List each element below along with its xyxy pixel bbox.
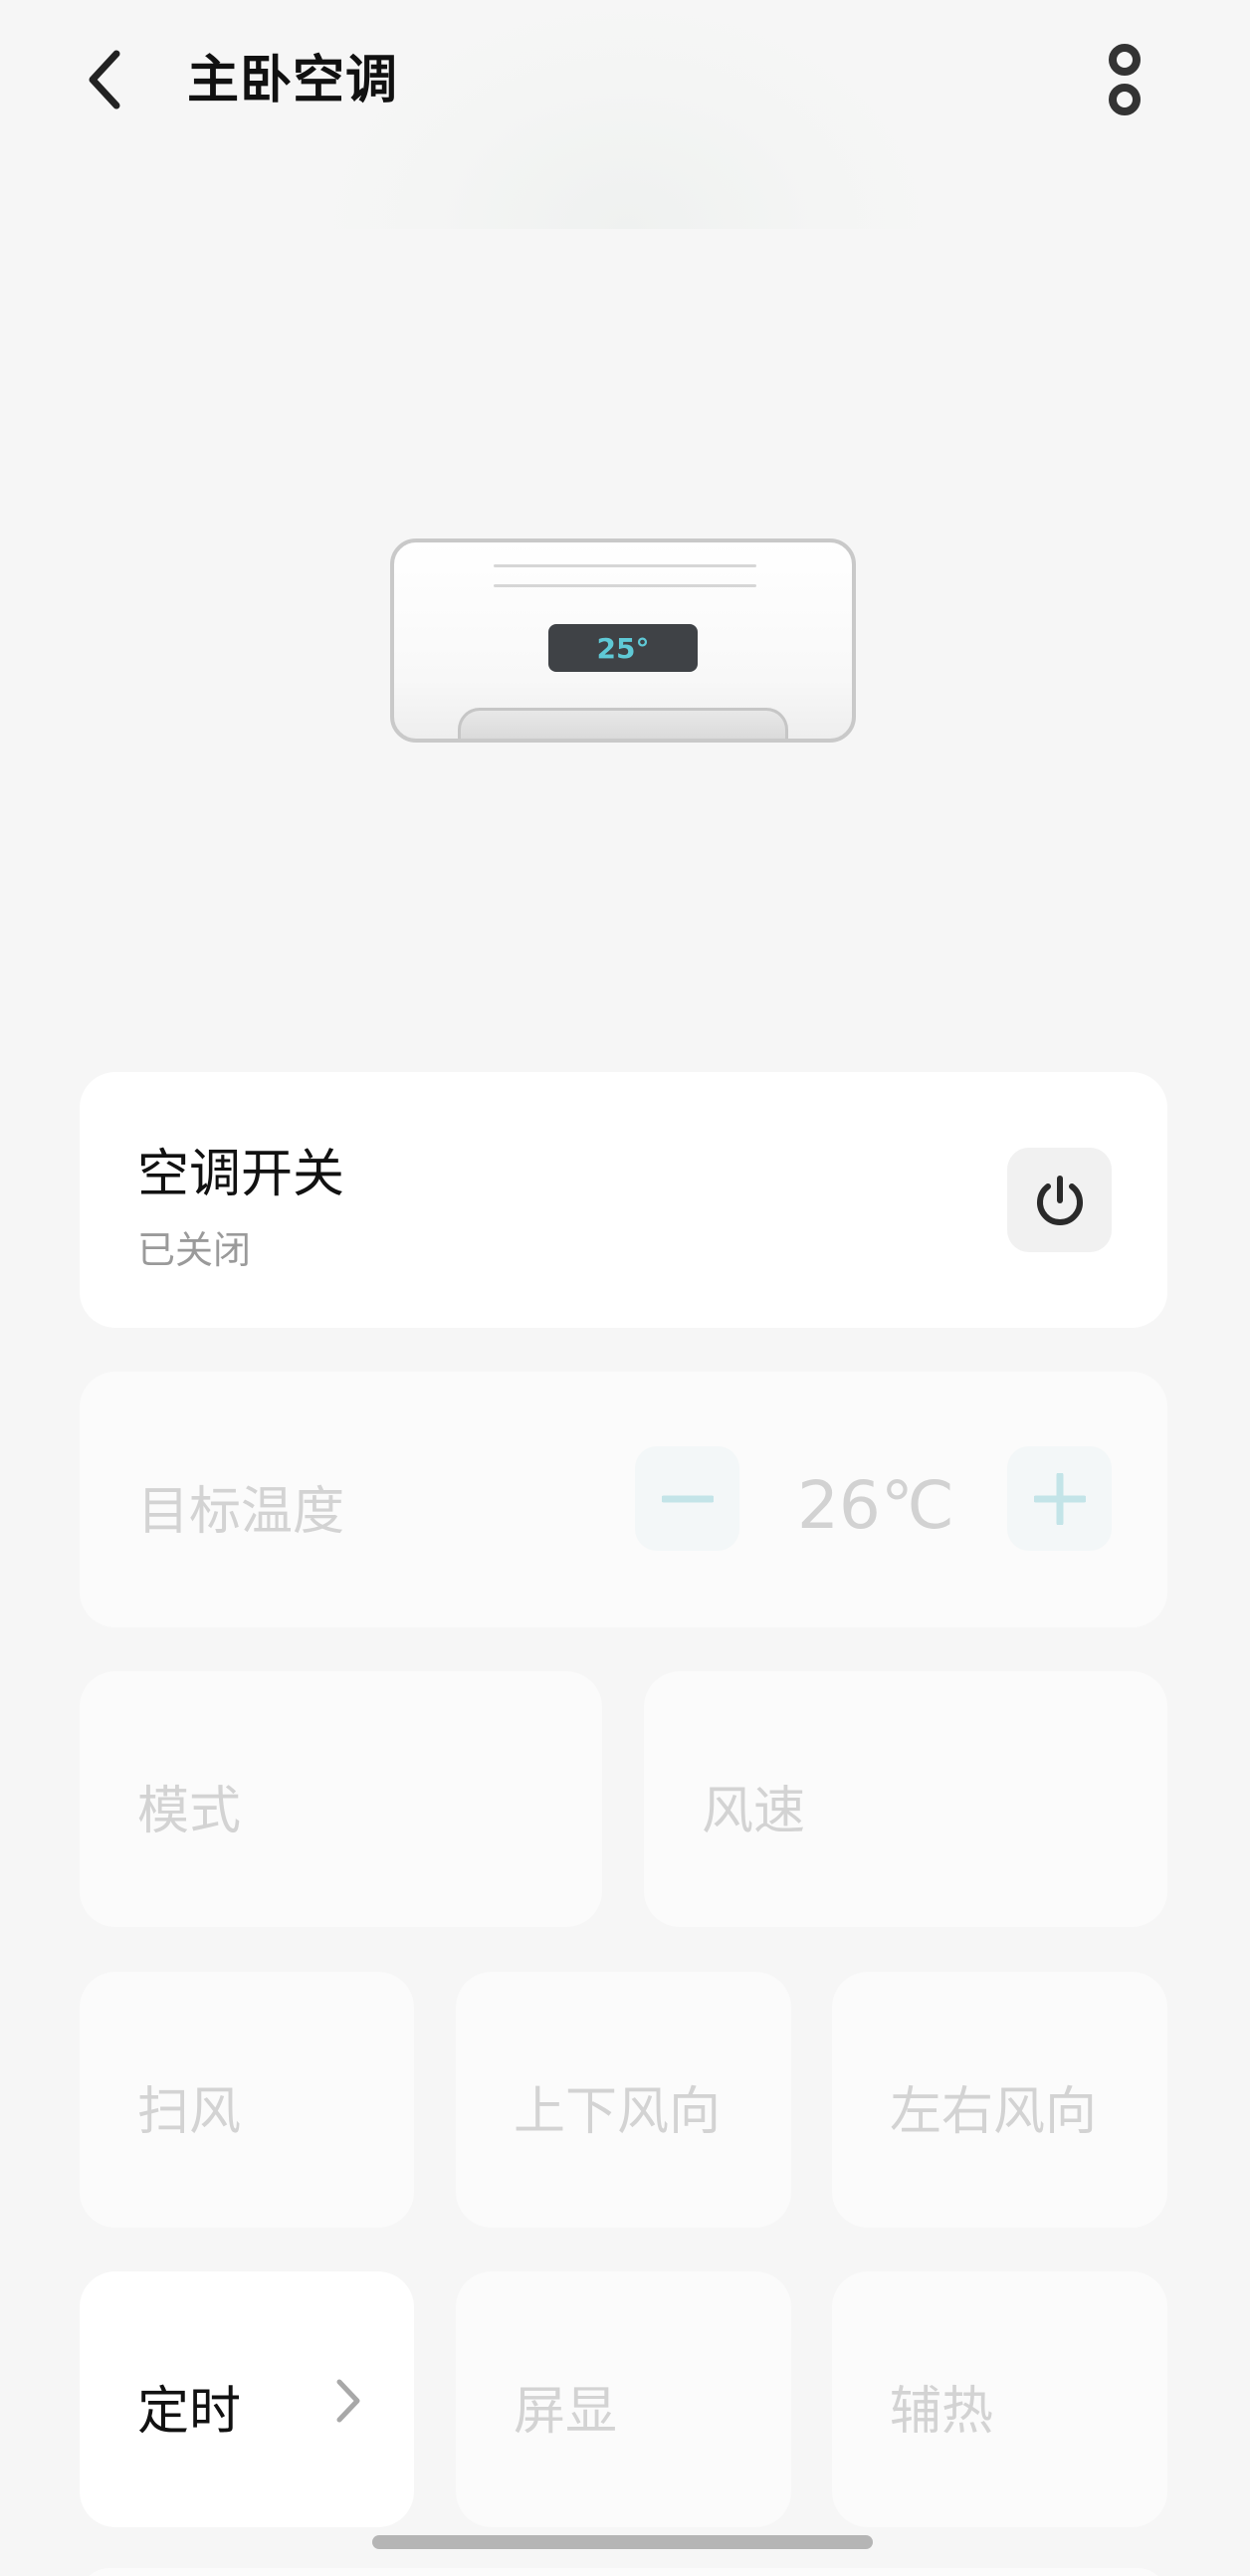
swing-card[interactable]: 扫风 [80,1972,414,2228]
decrease-temp-button[interactable] [635,1446,739,1551]
power-icon [1036,1175,1083,1225]
ac-flap [458,708,788,739]
vertical-swing-card[interactable]: 上下风向 [456,1972,791,2228]
fan-speed-label: 风速 [702,1782,806,1841]
minus-icon [661,1495,714,1502]
home-indicator[interactable] [372,2535,873,2549]
ac-display-temp: 25° [548,624,698,672]
ac-unit-illustration: 25° [390,538,856,743]
mode-label: 模式 [137,1782,242,1841]
swing-label: 扫风 [137,2082,242,2142]
screen-display-label: 屏显 [514,2382,618,2442]
ac-vent-line [494,564,756,567]
vertical-swing-label: 上下风向 [514,2082,722,2142]
power-card: 空调开关 已关闭 [80,1072,1167,1328]
horizontal-swing-label: 左右风向 [890,2082,1098,2142]
chevron-right-icon [336,2379,360,2423]
back-button[interactable] [70,40,139,119]
power-button[interactable] [1007,1148,1112,1252]
ac-vent-line [494,584,756,587]
mode-card[interactable]: 模式 [80,1671,602,1927]
more-options-icon [1109,44,1141,115]
power-status: 已关闭 [137,1228,252,1272]
aux-heat-label: 辅热 [890,2382,994,2442]
power-label: 空调开关 [137,1145,345,1204]
screen: 主卧空调 25° 空调开关 已关闭 目标温度 26℃ 模式 风速 扫风 上下风向… [0,0,1250,2576]
more-options-button[interactable] [1095,40,1154,119]
timer-chevron [328,2371,368,2431]
timer-label: 定时 [137,2382,242,2442]
timer-card[interactable]: 定时 [80,2271,414,2527]
target-temp-value: 26℃ [796,1467,955,1544]
horizontal-swing-card[interactable]: 左右风向 [832,1972,1167,2228]
aux-heat-card[interactable]: 辅热 [832,2271,1167,2527]
increase-temp-button[interactable] [1007,1446,1112,1551]
plus-icon [1033,1472,1086,1525]
back-arrow-icon [89,50,120,109]
target-temp-label: 目标温度 [137,1482,345,1542]
screen-display-card[interactable]: 屏显 [456,2271,791,2527]
page-title: 主卧空调 [187,51,399,110]
next-card-peek [80,2568,1167,2576]
fan-speed-card[interactable]: 风速 [644,1671,1167,1927]
target-temp-card: 目标温度 26℃ [80,1372,1167,1627]
header: 主卧空调 [0,0,1250,164]
